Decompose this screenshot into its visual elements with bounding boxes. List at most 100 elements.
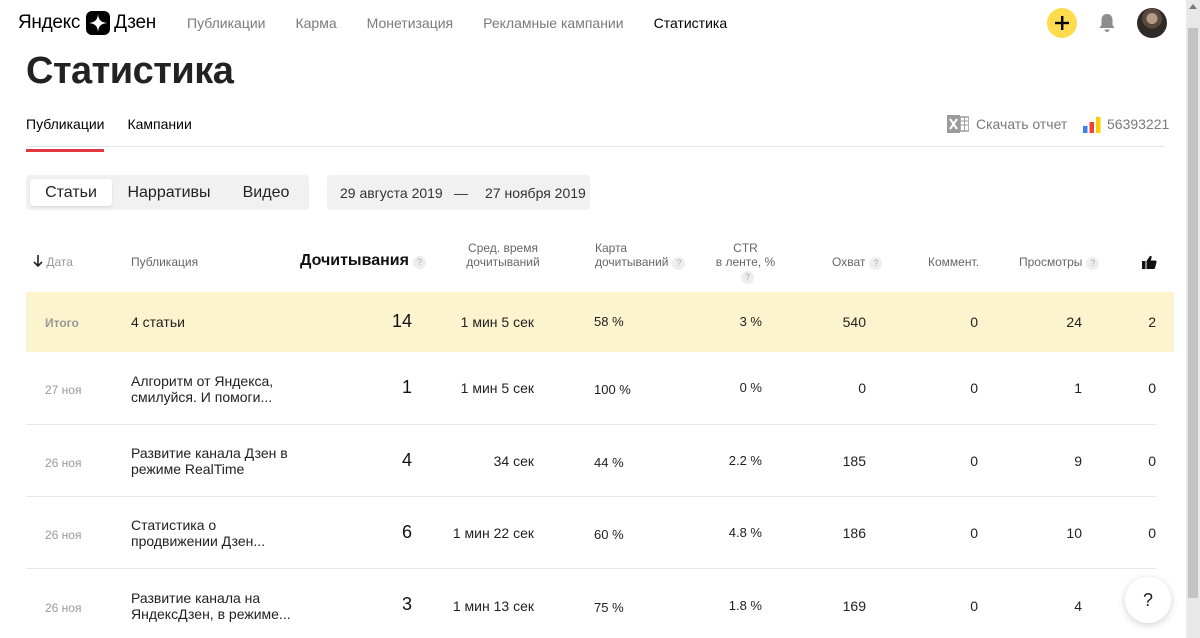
table-row-total[interactable]: Итого 4 статьи 14 1 мин 5 сек 58 % 3 % 5… xyxy=(26,292,1174,352)
logo-text-yandex: Яндекс xyxy=(18,12,81,33)
plus-icon xyxy=(1055,16,1069,30)
help-icon[interactable]: ? xyxy=(869,257,883,270)
help-button[interactable]: ? xyxy=(1125,577,1171,623)
avatar[interactable] xyxy=(1137,8,1167,38)
help-icon[interactable]: ? xyxy=(1086,257,1100,270)
nav-statistics[interactable]: Статистика xyxy=(654,15,728,31)
row-likes: 0 xyxy=(1148,380,1156,396)
row-date: Итого xyxy=(45,316,79,330)
row-avg-time: 1 мин 5 сек xyxy=(460,380,534,396)
create-button[interactable] xyxy=(1047,8,1077,38)
help-icon[interactable]: ? xyxy=(672,257,686,270)
row-publication-line2: смилуйся. И помоги... xyxy=(131,389,273,405)
column-header-comments[interactable]: Коммент. xyxy=(928,255,979,269)
row-ctr: 1.8 % xyxy=(728,598,762,613)
scroll-up-arrow-icon[interactable] xyxy=(1189,4,1197,9)
column-header-map-line2: дочитываний xyxy=(595,255,669,269)
content-type-switch: Статьи Нарративы Видео xyxy=(26,175,309,210)
segment-video[interactable]: Видео xyxy=(226,179,306,206)
table-row[interactable]: 26 ноя Развитие канала Дзен в режиме Rea… xyxy=(26,431,1174,491)
column-header-reach[interactable]: Охват? xyxy=(832,255,883,270)
bell-icon[interactable] xyxy=(1098,13,1116,33)
row-avg-time: 1 мин 5 сек xyxy=(460,314,534,330)
row-reach: 186 xyxy=(842,525,866,541)
column-header-reads[interactable]: Дочитывания? xyxy=(300,252,426,269)
column-header-comments-label: Коммент. xyxy=(928,255,979,269)
row-ctr: 3 % xyxy=(739,314,762,329)
row-publication-line1: Статистика о xyxy=(131,517,217,533)
nav-karma[interactable]: Карма xyxy=(295,15,336,31)
scrollbar[interactable] xyxy=(1186,0,1200,638)
row-publication[interactable]: Развитие канала Дзен в режиме RealTime xyxy=(131,445,291,477)
column-header-read-map[interactable]: Карта дочитываний? xyxy=(595,241,686,270)
table-row[interactable]: 27 ноя Алгоритм от Яндекса, смилуйся. И … xyxy=(26,358,1174,418)
row-read-map: 60 % xyxy=(594,527,624,542)
table-row[interactable]: 26 ноя Статистика о продвижении Дзен... … xyxy=(26,503,1174,563)
top-bar: Яндекс Дзен Публикации Карма Монетизация… xyxy=(0,0,1186,48)
column-header-ctr-line2: в ленте, % xyxy=(715,255,776,269)
nav-publications[interactable]: Публикации xyxy=(187,15,265,31)
row-read-map: 44 % xyxy=(594,455,624,470)
date-from[interactable]: 29 августа 2019 xyxy=(340,185,443,201)
column-header-date[interactable]: Дата xyxy=(33,255,73,269)
row-reach: 0 xyxy=(858,380,866,396)
column-header-reads-label: Дочитывания xyxy=(300,252,409,269)
download-report-label: Скачать отчет xyxy=(976,116,1068,132)
nav-monetization[interactable]: Монетизация xyxy=(367,15,454,31)
row-publication[interactable]: Статистика о продвижении Дзен... xyxy=(131,517,291,549)
row-comments: 0 xyxy=(970,525,978,541)
date-to[interactable]: 27 ноября 2019 xyxy=(485,185,586,201)
help-icon[interactable]: ? xyxy=(741,271,754,284)
segment-narratives[interactable]: Нарративы xyxy=(112,179,226,206)
row-read-map: 100 % xyxy=(594,382,631,397)
counter-id: 56393221 xyxy=(1107,116,1170,132)
row-publication-line2: режиме RealTime xyxy=(131,461,245,477)
row-ctr: 2.2 % xyxy=(728,453,762,468)
row-date: 27 ноя xyxy=(45,383,82,397)
table-row[interactable]: 26 ноя Развитие канала на ЯндексДзен, в … xyxy=(26,576,1174,636)
column-header-avg-time-line2: дочитываний xyxy=(466,255,540,269)
main-nav: Публикации Карма Монетизация Рекламные к… xyxy=(187,15,757,31)
row-publication[interactable]: Алгоритм от Яндекса, смилуйся. И помоги.… xyxy=(131,373,291,405)
logo[interactable]: Яндекс Дзен xyxy=(18,11,156,35)
row-comments: 0 xyxy=(970,453,978,469)
row-views: 24 xyxy=(1066,314,1082,330)
column-header-publication[interactable]: Публикация xyxy=(131,255,198,269)
column-header-avg-time[interactable]: Сред. время дочитываний xyxy=(463,241,543,269)
row-ctr: 0 % xyxy=(739,380,762,395)
column-header-views[interactable]: Просмотры? xyxy=(1019,255,1100,270)
nav-ad-campaigns[interactable]: Рекламные кампании xyxy=(483,15,623,31)
metrika-bars-icon xyxy=(1083,117,1101,133)
row-read-map: 75 % xyxy=(594,600,624,615)
segment-articles[interactable]: Статьи xyxy=(30,179,112,206)
row-reads: 6 xyxy=(401,522,412,542)
column-header-reach-label: Охват xyxy=(832,255,866,269)
row-publication[interactable]: Развитие канала на ЯндексДзен, в режиме.… xyxy=(131,590,291,622)
row-publication-line1: Развитие канала Дзен в xyxy=(131,445,288,461)
tabs-divider xyxy=(26,146,1165,147)
row-views: 4 xyxy=(1074,598,1082,614)
download-report-button[interactable]: Скачать отчет xyxy=(947,115,1067,133)
row-date: 26 ноя xyxy=(45,601,82,615)
row-date: 26 ноя xyxy=(45,528,82,542)
row-views: 9 xyxy=(1074,453,1082,469)
row-comments: 0 xyxy=(970,598,978,614)
date-separator: — xyxy=(454,184,468,201)
help-icon[interactable]: ? xyxy=(412,256,426,269)
row-reads: 4 xyxy=(401,450,412,470)
logo-text-zen: Дзен xyxy=(114,12,156,33)
row-read-map: 58 % xyxy=(594,314,624,329)
row-views: 10 xyxy=(1066,525,1082,541)
metrika-counter[interactable]: 56393221 xyxy=(1083,115,1169,133)
date-range-picker[interactable]: 29 августа 2019 — 27 ноября 2019 xyxy=(327,175,590,210)
thumbs-up-icon[interactable] xyxy=(1142,255,1157,270)
row-publication-line1: Алгоритм от Яндекса, xyxy=(131,373,274,389)
row-comments: 0 xyxy=(970,314,978,330)
row-avg-time: 1 мин 22 сек xyxy=(452,525,534,541)
column-header-ctr[interactable]: CTR в ленте, %? xyxy=(708,241,783,284)
row-avg-time: 1 мин 13 сек xyxy=(452,598,534,614)
scroll-thumb[interactable] xyxy=(1188,28,1198,598)
row-reads: 1 xyxy=(401,377,412,397)
row-likes: 0 xyxy=(1148,525,1156,541)
row-reads: 3 xyxy=(401,594,412,614)
